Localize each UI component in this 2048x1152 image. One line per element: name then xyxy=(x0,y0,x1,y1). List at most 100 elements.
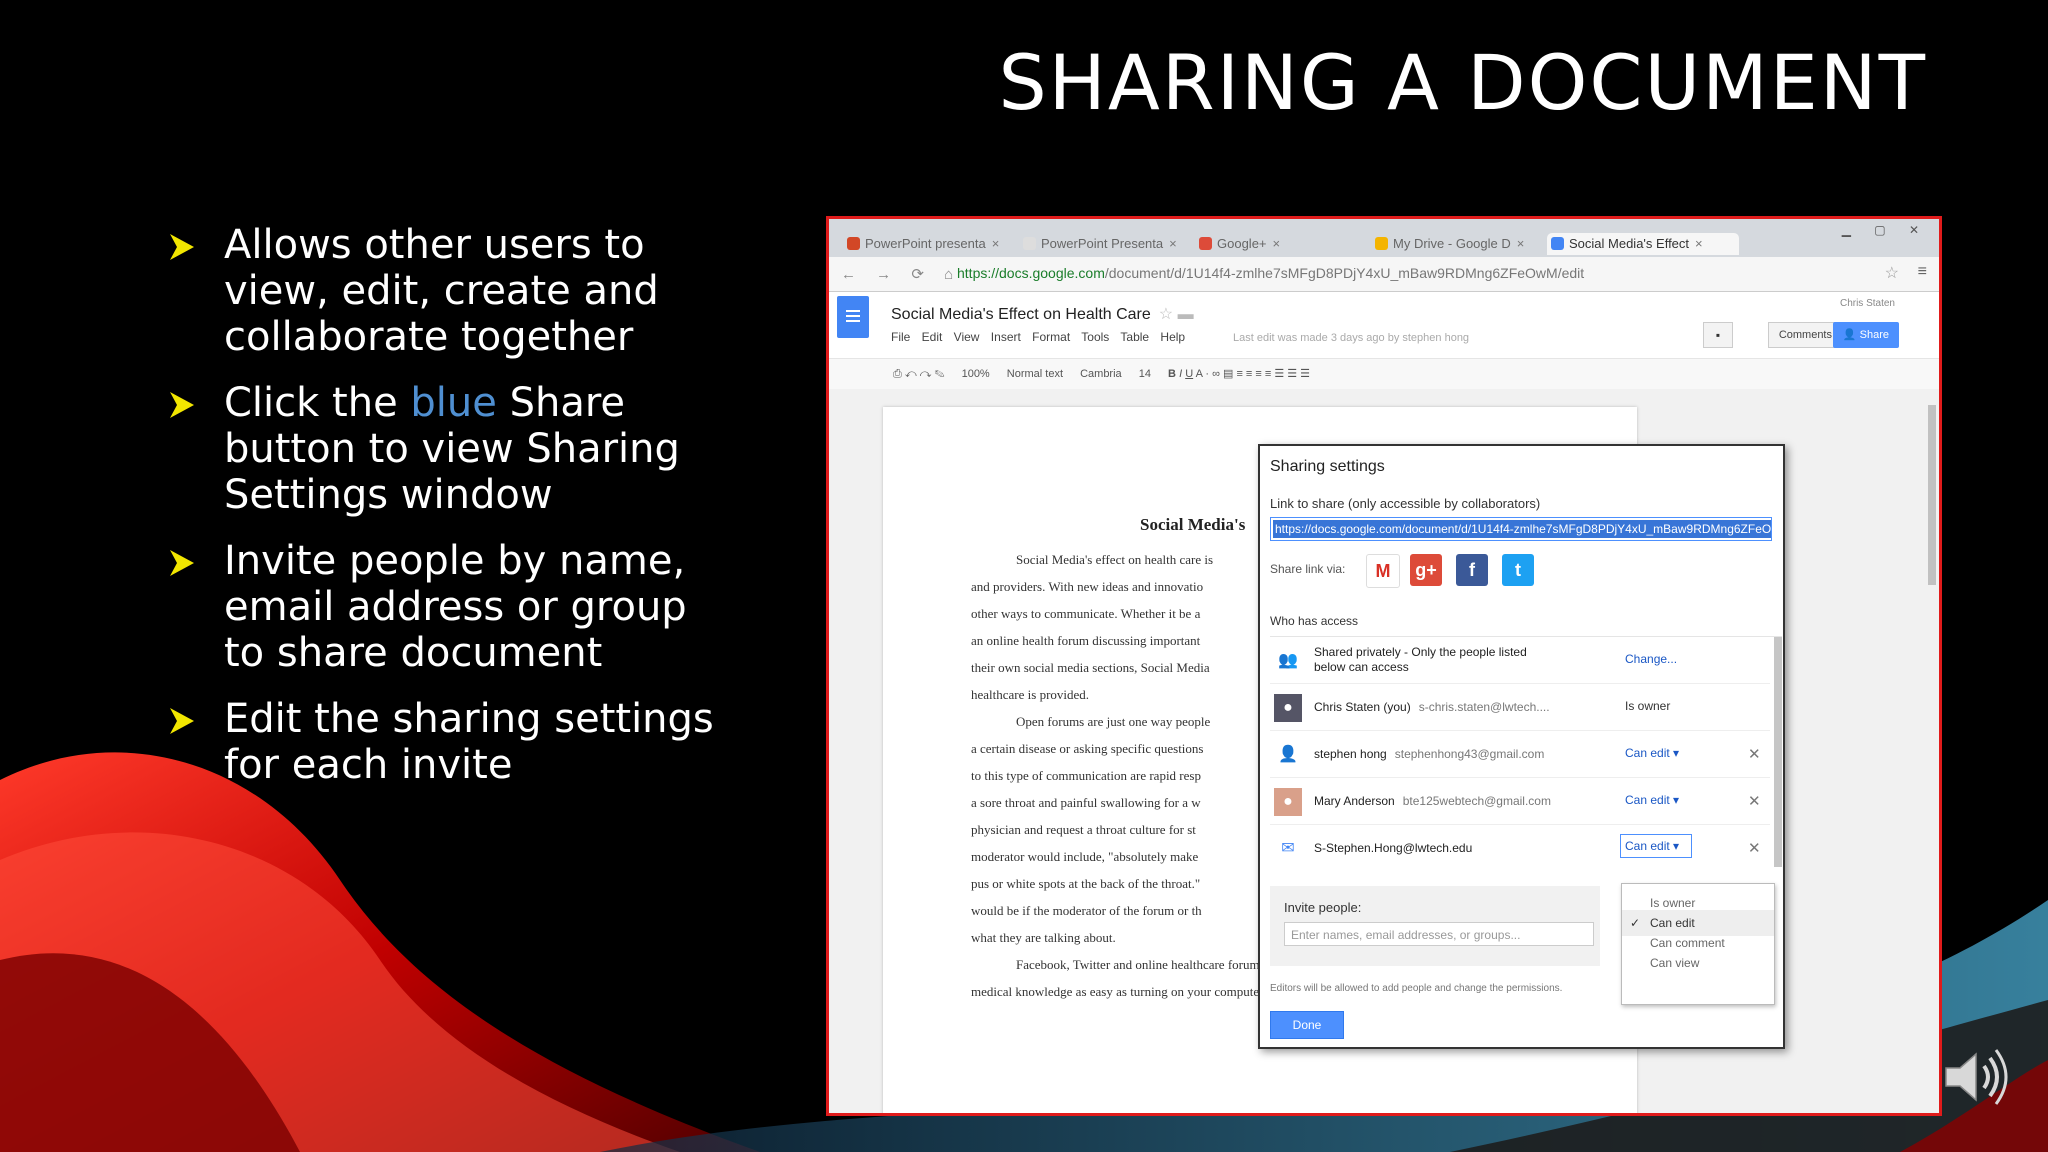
invite-label: Invite people: xyxy=(1284,900,1362,915)
privacy-text: Shared privately - Only the people liste… xyxy=(1314,645,1527,675)
bullet-3: Invite people by name, email address or … xyxy=(168,538,728,676)
share-label: Share xyxy=(1859,329,1889,341)
arrow-bullet-icon xyxy=(170,550,194,576)
twitter-icon[interactable]: t xyxy=(1502,554,1534,586)
browser-tab-strip: PowerPoint presenta × PowerPoint Presenta… xyxy=(829,219,1939,257)
privacy-line-2: below can access xyxy=(1314,660,1409,674)
browser-tab[interactable]: PowerPoint Presenta × xyxy=(1019,233,1201,255)
permission-value: Can edit xyxy=(1625,839,1670,853)
tab-label: PowerPoint Presenta xyxy=(1041,236,1164,251)
speaker-icon[interactable] xyxy=(1940,1042,2010,1112)
bullet-text: Invite people by name, email address or … xyxy=(224,538,687,676)
arrow-bullet-icon xyxy=(170,234,194,260)
doc-scrollbar[interactable] xyxy=(1925,405,1939,1113)
share-button[interactable]: 👤 Share xyxy=(1832,322,1899,348)
person-icon: 👤 xyxy=(1278,746,1298,763)
browser-tab[interactable]: PowerPoint presenta × xyxy=(843,233,1025,255)
gmail-icon[interactable]: M xyxy=(1366,554,1400,588)
permission-value: Can edit xyxy=(1625,746,1670,760)
window-controls[interactable]: ▁ ▢ ✕ xyxy=(1842,223,1929,237)
print-icon[interactable]: ⎙ ↶ ↷ ✎ xyxy=(893,368,945,380)
done-button[interactable]: Done xyxy=(1270,1011,1344,1039)
doc-line: what they are talking about. xyxy=(971,930,1116,945)
doc-title-text: Social Media's Effect on Health Care xyxy=(891,306,1151,323)
last-edit-text[interactable]: Last edit was made 3 days ago by stephen… xyxy=(1233,332,1469,344)
drive-icon xyxy=(1375,237,1388,250)
invite-people-input[interactable]: Enter names, email addresses, or groups.… xyxy=(1284,922,1594,946)
doc-line: and providers. With new ideas and innova… xyxy=(971,579,1204,594)
google-docs-screenshot: PowerPoint presenta × PowerPoint Presenta… xyxy=(826,216,1942,1116)
comments-button[interactable]: Comments xyxy=(1767,322,1843,348)
size-select[interactable]: 14 xyxy=(1139,368,1151,380)
facebook-icon[interactable]: f xyxy=(1456,554,1488,586)
menu-item-can-view[interactable]: Can view xyxy=(1622,950,1774,976)
format-icons[interactable]: B I U A · ∞ ▤ ≡ ≡ ≡ ≡ ☰ ☰ ☰ xyxy=(1168,368,1310,380)
permission-dropdown[interactable]: Can edit ▾ xyxy=(1625,746,1679,760)
permission-dropdown-open[interactable]: Can edit ▾ xyxy=(1620,834,1692,858)
bullet-text-highlight: blue xyxy=(410,380,497,426)
docs-menu-bar[interactable]: File Edit View Insert Format Tools Table… xyxy=(891,330,1185,344)
permission-dropdown[interactable]: Can edit ▾ xyxy=(1625,793,1679,807)
browser-menu-icon[interactable]: ≡ xyxy=(1918,263,1927,281)
close-icon[interactable]: × xyxy=(1517,236,1525,251)
nav-buttons[interactable]: ← → ⟳ ⌂ xyxy=(841,265,961,283)
person-name-text: Chris Staten (you) xyxy=(1314,700,1411,714)
person-name: stephen hong stephenhong43@gmail.com xyxy=(1314,747,1544,761)
doc-title[interactable]: Social Media's Effect on Health Care ☆ ▬ xyxy=(891,304,1194,324)
doc-line: Social Media's effect on health care is xyxy=(1016,552,1214,567)
arrow-bullet-icon xyxy=(170,392,194,418)
browser-tab[interactable]: Google+ × xyxy=(1195,233,1377,255)
browser-tab[interactable]: My Drive - Google D × xyxy=(1371,233,1553,255)
star-icon[interactable]: ☆ ▬ xyxy=(1159,306,1194,323)
person-name-text: S-Stephen.Hong@lwtech.edu xyxy=(1314,841,1473,855)
close-icon[interactable]: × xyxy=(992,236,1000,251)
person-email: bte125webtech@gmail.com xyxy=(1402,794,1551,808)
share-link-field[interactable]: https://docs.google.com/document/d/1U14f… xyxy=(1270,517,1772,541)
bullet-4: Edit the sharing settings for each invit… xyxy=(168,696,728,788)
link-label: Link to share (only accessible by collab… xyxy=(1270,496,1541,511)
change-link[interactable]: Change... xyxy=(1625,652,1677,666)
google-plus-icon[interactable]: g+ xyxy=(1410,554,1442,586)
url-field[interactable]: https://docs.google.com/document/d/1U14f… xyxy=(957,263,1879,283)
permission-value: Can edit xyxy=(1625,793,1670,807)
font-select[interactable]: Cambria xyxy=(1080,368,1122,380)
person-name: Chris Staten (you) s-chris.staten@lwtech.… xyxy=(1314,700,1550,714)
privacy-row: 👥 Shared privately - Only the people lis… xyxy=(1270,637,1770,684)
tab-label: Social Media's Effect xyxy=(1569,236,1690,251)
ruler xyxy=(829,389,1939,405)
tab-label: My Drive - Google D xyxy=(1393,236,1511,251)
menu-item-label: Can edit xyxy=(1650,916,1695,930)
doc-line: moderator would include, "absolutely mak… xyxy=(971,849,1199,864)
bullet-text-pre: Click the xyxy=(224,380,411,426)
bookmark-star-icon[interactable]: ☆ xyxy=(1885,263,1899,283)
tab-label: PowerPoint presenta xyxy=(865,236,986,251)
scroll-thumb[interactable] xyxy=(1928,405,1936,585)
doc-line: to this type of communication are rapid … xyxy=(971,768,1201,783)
email-icon: ✉ xyxy=(1281,840,1295,857)
docs-logo-icon[interactable] xyxy=(837,296,869,338)
remove-icon[interactable]: ✕ xyxy=(1748,745,1761,763)
avatar: ● xyxy=(1274,788,1302,816)
bullet-text: Edit the sharing settings for each invit… xyxy=(224,696,714,788)
avatar: ● xyxy=(1274,694,1302,722)
person-name-text: Mary Anderson xyxy=(1314,794,1395,808)
access-list-scrollbar[interactable] xyxy=(1774,637,1782,867)
docs-icon xyxy=(1551,237,1564,250)
browser-tab-active[interactable]: Social Media's Effect × xyxy=(1547,233,1739,255)
zoom-select[interactable]: 100% xyxy=(962,368,990,380)
style-select[interactable]: Normal text xyxy=(1007,368,1063,380)
remove-icon[interactable]: ✕ xyxy=(1748,792,1761,810)
doc-line: other ways to communicate. Whether it be… xyxy=(971,606,1201,621)
doc-heading: Social Media's xyxy=(1140,515,1246,534)
remove-icon[interactable]: ✕ xyxy=(1748,839,1761,857)
people-icon: 👥 xyxy=(1278,652,1298,669)
close-icon[interactable]: × xyxy=(1169,236,1177,251)
doc-line: an online health forum discussing import… xyxy=(971,633,1201,648)
permission-label: Is owner xyxy=(1625,699,1671,713)
person-name: Mary Anderson bte125webtech@gmail.com xyxy=(1314,794,1551,808)
user-name[interactable]: Chris Staten xyxy=(1840,298,1895,309)
person-name: S-Stephen.Hong@lwtech.edu xyxy=(1314,841,1472,855)
chat-button[interactable]: ▪ xyxy=(1703,322,1733,348)
close-icon[interactable]: × xyxy=(1273,236,1281,251)
close-icon[interactable]: × xyxy=(1695,236,1703,251)
